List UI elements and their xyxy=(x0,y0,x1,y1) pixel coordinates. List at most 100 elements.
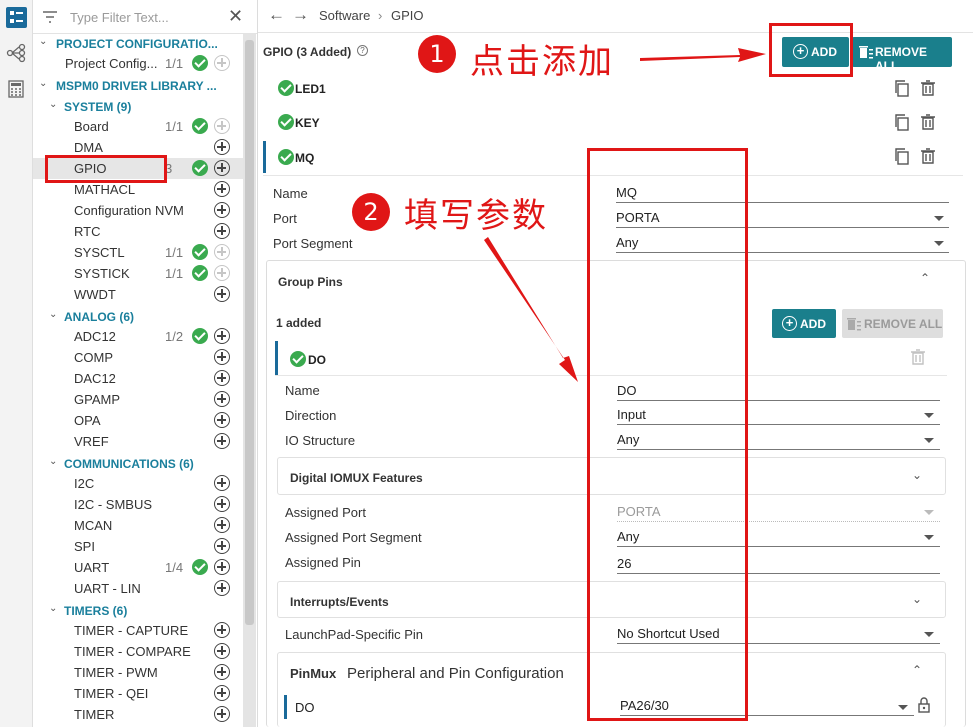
expand-chevron-icon[interactable]: ⌄ xyxy=(912,468,922,482)
tree-item[interactable]: DAC12 xyxy=(33,368,243,389)
add-module-icon[interactable] xyxy=(214,517,230,533)
filter-input[interactable]: Type Filter Text... xyxy=(70,10,169,25)
add-module-icon[interactable] xyxy=(214,664,230,680)
add-button[interactable]: + ADD xyxy=(782,37,849,67)
remove-all-button[interactable]: REMOVE ALL xyxy=(852,37,952,73)
tree-group[interactable]: ⌄ TIMERS (6) xyxy=(33,600,243,621)
tree-item[interactable]: OPA xyxy=(33,410,243,431)
tree-item[interactable]: TIMER - QEI xyxy=(33,683,243,704)
copy-icon[interactable] xyxy=(894,148,910,168)
tree-group[interactable]: ⌄ MSPM0 DRIVER LIBRARY ... xyxy=(33,75,243,96)
hierarchy-icon[interactable] xyxy=(6,43,27,64)
tree-item[interactable]: VREF xyxy=(33,431,243,452)
tree-item[interactable]: WWDT xyxy=(33,284,243,305)
delete-icon[interactable] xyxy=(921,80,935,99)
tree-item[interactable]: TIMER - PWM xyxy=(33,662,243,683)
add-module-icon[interactable] xyxy=(214,370,230,386)
add-module-icon[interactable] xyxy=(214,286,230,302)
tree-item[interactable]: Board 1/1 xyxy=(33,116,243,137)
tree-item[interactable]: Project Config... 1/1 xyxy=(33,53,243,74)
pinmux-select[interactable]: PA26/30 xyxy=(620,696,914,716)
lock-icon[interactable] xyxy=(918,697,930,716)
tree-item[interactable]: I2C - SMBUS xyxy=(33,494,243,515)
tree-item[interactable]: SPI xyxy=(33,536,243,557)
port-segment-select[interactable]: Any xyxy=(616,233,949,253)
chevron-down-icon[interactable]: ⌄ xyxy=(49,456,57,467)
pin-row-do[interactable]: DO xyxy=(275,341,947,375)
add-module-icon[interactable] xyxy=(214,706,230,722)
remove-all-pins-button[interactable]: REMOVE ALL xyxy=(842,309,943,338)
port-select[interactable]: PORTA xyxy=(616,208,949,228)
expand-chevron-icon[interactable]: ⌄ xyxy=(912,592,922,606)
add-module-icon[interactable] xyxy=(214,391,230,407)
add-module-icon[interactable] xyxy=(214,139,230,155)
assigned-segment-select[interactable]: Any xyxy=(617,527,940,547)
collapse-chevron-icon[interactable]: ⌃ xyxy=(912,663,922,677)
calculator-icon[interactable] xyxy=(6,79,27,100)
instance-row-key[interactable]: KEY xyxy=(263,105,963,139)
software-view-icon[interactable] xyxy=(6,7,27,28)
tree-item[interactable]: UART 1/4 xyxy=(33,557,243,578)
direction-select[interactable]: Input xyxy=(617,405,940,425)
delete-icon[interactable] xyxy=(921,148,935,167)
tree-item[interactable]: GPAMP xyxy=(33,389,243,410)
tree-item[interactable]: RTC xyxy=(33,221,243,242)
chevron-down-icon[interactable]: ⌄ xyxy=(49,99,57,110)
delete-icon[interactable] xyxy=(921,114,935,133)
assigned-pin-field[interactable]: 26 xyxy=(617,554,940,574)
tree-scroll-thumb[interactable] xyxy=(245,40,254,625)
instance-row-mq[interactable]: MQ xyxy=(263,139,963,174)
help-icon[interactable]: ? xyxy=(357,45,368,56)
add-module-icon[interactable] xyxy=(214,160,230,176)
tree-item[interactable]: I2C xyxy=(33,473,243,494)
tree-item[interactable]: GPIO 3 xyxy=(33,158,243,179)
pin-name-field[interactable]: DO xyxy=(617,381,940,401)
add-module-icon[interactable] xyxy=(214,412,230,428)
add-module-icon[interactable] xyxy=(214,643,230,659)
tree-item[interactable]: MCAN xyxy=(33,515,243,536)
add-module-icon[interactable] xyxy=(214,433,230,449)
breadcrumb-software[interactable]: Software xyxy=(319,8,370,23)
back-arrow-icon[interactable]: ← xyxy=(268,5,285,25)
launchpad-pin-select[interactable]: No Shortcut Used xyxy=(617,624,940,644)
add-module-icon[interactable] xyxy=(214,685,230,701)
copy-icon[interactable] xyxy=(894,114,910,134)
tree-group[interactable]: ⌄ COMMUNICATIONS (6) xyxy=(33,453,243,474)
chevron-down-icon[interactable]: ⌄ xyxy=(49,309,57,320)
add-module-icon[interactable] xyxy=(214,202,230,218)
tree-item[interactable]: COMP xyxy=(33,347,243,368)
tree-group[interactable]: ⌄ PROJECT CONFIGURATIO... xyxy=(33,33,243,54)
add-module-icon[interactable] xyxy=(214,496,230,512)
copy-icon[interactable] xyxy=(894,80,910,100)
add-pin-button[interactable]: + ADD xyxy=(772,309,836,338)
tree-item[interactable]: TIMER - CAPTURE xyxy=(33,620,243,641)
chevron-down-icon[interactable]: ⌄ xyxy=(39,36,47,47)
add-module-icon[interactable] xyxy=(214,475,230,491)
tree-item[interactable]: TIMER xyxy=(33,704,243,725)
chevron-down-icon[interactable]: ⌄ xyxy=(39,78,47,89)
tree-item[interactable]: SYSTICK 1/1 xyxy=(33,263,243,284)
add-module-icon[interactable] xyxy=(214,580,230,596)
collapse-chevron-icon[interactable]: ⌃ xyxy=(920,271,930,285)
add-module-icon[interactable] xyxy=(214,223,230,239)
tree-item[interactable]: Configuration NVM xyxy=(33,200,243,221)
name-field[interactable]: MQ xyxy=(616,183,949,203)
tree-item[interactable]: DMA xyxy=(33,137,243,158)
tree-item[interactable]: SYSCTL 1/1 xyxy=(33,242,243,263)
tree-group[interactable]: ⌄ SYSTEM (9) xyxy=(33,96,243,117)
tree-item[interactable]: TIMER - COMPARE xyxy=(33,641,243,662)
add-module-icon[interactable] xyxy=(214,349,230,365)
add-module-icon[interactable] xyxy=(214,559,230,575)
tree-item[interactable]: ADC12 1/2 xyxy=(33,326,243,347)
tree-item[interactable]: UART - LIN xyxy=(33,578,243,599)
add-module-icon[interactable] xyxy=(214,538,230,554)
add-module-icon[interactable] xyxy=(214,181,230,197)
digital-iomux-section[interactable]: Digital IOMUX Features ⌄ xyxy=(277,457,946,495)
io-structure-select[interactable]: Any xyxy=(617,430,940,450)
chevron-down-icon[interactable]: ⌄ xyxy=(49,603,57,614)
add-module-icon[interactable] xyxy=(214,328,230,344)
tree-group[interactable]: ⌄ ANALOG (6) xyxy=(33,306,243,327)
clear-filter-icon[interactable]: ✕ xyxy=(228,6,243,27)
forward-arrow-icon[interactable]: → xyxy=(292,5,309,25)
delete-pin-icon[interactable] xyxy=(911,349,925,368)
